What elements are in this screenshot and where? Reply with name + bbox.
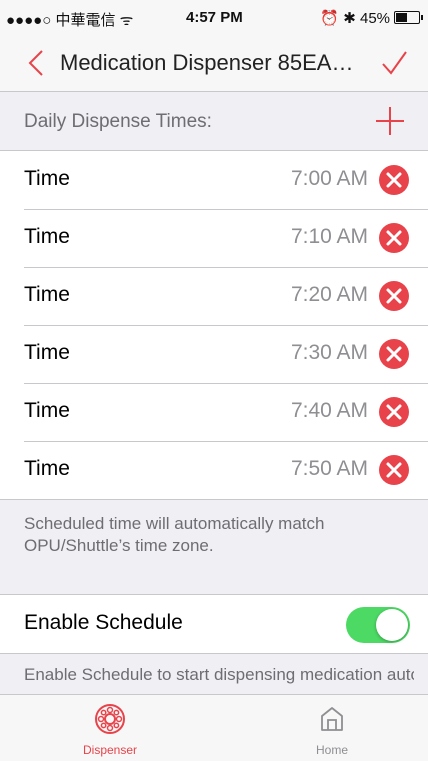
- tab-dispenser-label: Dispenser: [82, 743, 138, 757]
- chevron-left-icon: [28, 50, 43, 76]
- enable-schedule-row: Enable Schedule: [0, 594, 428, 654]
- checkmark-icon: [382, 51, 407, 75]
- time-row[interactable]: Time 7:20 AM: [0, 267, 428, 325]
- time-row-label: Time: [24, 399, 70, 422]
- back-button[interactable]: [24, 48, 48, 78]
- dispense-times-header: Daily Dispense Times:: [0, 92, 428, 150]
- delete-icon: [379, 339, 409, 369]
- time-row-label: Time: [24, 341, 70, 364]
- time-row-label: Time: [24, 225, 70, 248]
- plus-icon: [376, 107, 404, 135]
- time-row[interactable]: Time 7:00 AM: [0, 151, 428, 209]
- delete-time-button[interactable]: [378, 338, 410, 370]
- navigation-bar: Medication Dispenser 85EA…: [0, 36, 428, 92]
- delete-time-button[interactable]: [378, 222, 410, 254]
- dispenser-icon: [95, 704, 125, 734]
- time-row-value[interactable]: 7:20 AM: [291, 283, 368, 307]
- status-indicators: ⏰ ✱ 45%: [320, 9, 423, 27]
- enable-schedule-label: Enable Schedule: [24, 611, 183, 634]
- delete-icon: [379, 455, 409, 485]
- delete-time-button[interactable]: [378, 164, 410, 196]
- time-row-value[interactable]: 7:50 AM: [291, 457, 368, 481]
- confirm-button[interactable]: [380, 48, 408, 78]
- home-icon: [321, 707, 343, 731]
- delete-icon: [379, 281, 409, 311]
- time-row-value[interactable]: 7:30 AM: [291, 341, 368, 365]
- delete-time-button[interactable]: [378, 396, 410, 428]
- status-bar: ●●●●○ 中華電信 ᯤ 4:57 PM ⏰ ✱ 45%: [0, 0, 428, 36]
- status-indicators-text: ⏰ ✱ 45%: [320, 10, 390, 27]
- time-row-label: Time: [24, 167, 70, 190]
- status-time: 4:57 PM: [186, 9, 243, 26]
- tab-bar: Dispenser Home: [0, 694, 428, 761]
- delete-time-button[interactable]: [378, 280, 410, 312]
- time-row-label: Time: [24, 457, 70, 480]
- delete-icon: [379, 165, 409, 195]
- toggle-knob: [376, 609, 408, 641]
- time-row-value[interactable]: 7:00 AM: [291, 167, 368, 191]
- add-time-button[interactable]: [374, 105, 406, 137]
- tab-home-label: Home: [315, 743, 348, 757]
- time-row-label: Time: [24, 283, 70, 306]
- tab-dispenser[interactable]: Dispenser: [40, 695, 180, 761]
- schedule-note: Enable Schedule to start dispensing medi…: [24, 665, 414, 684]
- time-row[interactable]: Time 7:50 AM: [0, 441, 428, 499]
- page-title: Medication Dispenser 85EA…: [60, 50, 354, 75]
- delete-icon: [379, 223, 409, 253]
- time-row[interactable]: Time 7:30 AM: [0, 325, 428, 383]
- dispense-times-list: Time 7:00 AM Time 7:10 AM Time 7:20 AM T…: [0, 150, 428, 500]
- delete-time-button[interactable]: [378, 454, 410, 486]
- enable-schedule-toggle[interactable]: [346, 607, 410, 643]
- time-row[interactable]: Time 7:10 AM: [0, 209, 428, 267]
- time-row-value[interactable]: 7:10 AM: [291, 225, 368, 249]
- time-row[interactable]: Time 7:40 AM: [0, 383, 428, 441]
- tab-home[interactable]: Home: [262, 695, 402, 761]
- battery-icon: [394, 11, 423, 24]
- carrier-signal: ●●●●○ 中華電信 ᯤ: [6, 12, 134, 29]
- timezone-note: Scheduled time will automatically match …: [24, 514, 325, 555]
- delete-icon: [379, 397, 409, 427]
- time-row-value[interactable]: 7:40 AM: [291, 399, 368, 423]
- section-label: Daily Dispense Times:: [24, 111, 212, 132]
